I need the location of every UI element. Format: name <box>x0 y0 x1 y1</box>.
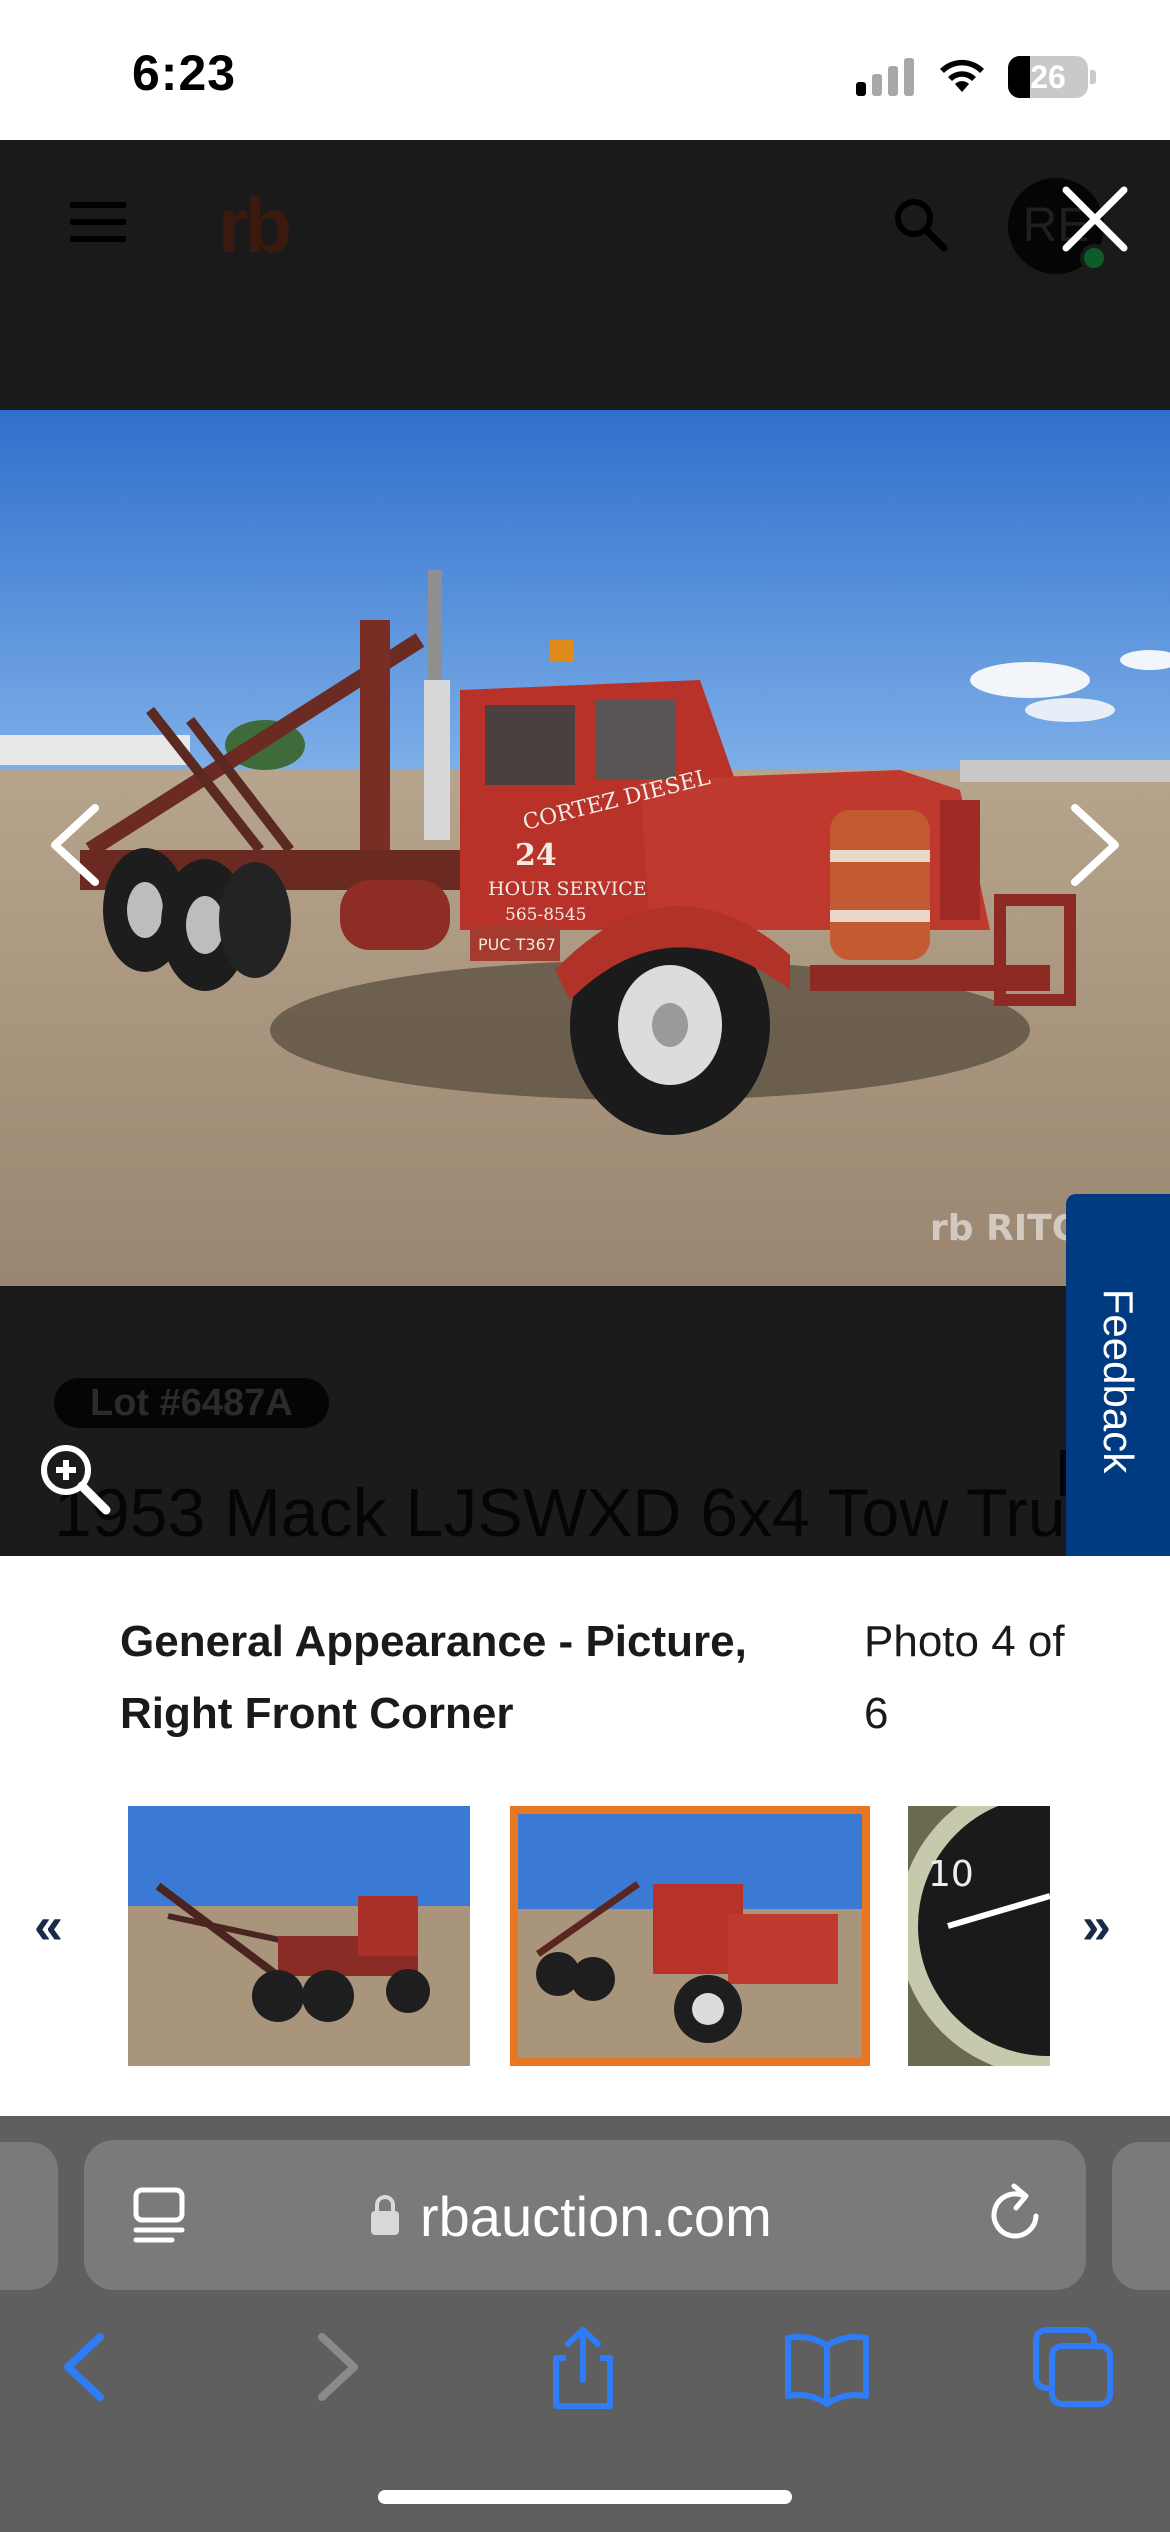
thumbnail-image <box>128 1806 470 2066</box>
page-menu-icon[interactable] <box>132 2186 190 2244</box>
tabs-icon[interactable] <box>1028 2322 1118 2412</box>
address-bar[interactable]: rbauction.com <box>84 2140 1086 2290</box>
next-tab-preview[interactable] <box>1112 2142 1170 2290</box>
next-photo-icon[interactable] <box>1060 800 1130 890</box>
site-logo: rb <box>218 181 292 269</box>
share-icon[interactable] <box>538 2322 628 2412</box>
listing-overlay-area: Lot #6487A 1953 Mack LJSWXD 6x4 Tow Truc… <box>0 1286 1170 1556</box>
status-time: 6:23 <box>132 45 237 101</box>
forward-icon[interactable] <box>292 2322 382 2412</box>
home-indicator <box>378 2490 792 2504</box>
thumbnail-gauge[interactable]: 10 <box>908 1806 1050 2066</box>
zoom-in-icon[interactable] <box>34 1438 114 1518</box>
cellular-signal-icon <box>856 58 914 96</box>
battery-level: 26 <box>1030 59 1066 95</box>
back-icon[interactable] <box>40 2322 130 2412</box>
lock-icon <box>371 2195 399 2235</box>
site-header: rb RE <box>0 140 1170 310</box>
feedback-label: Feedback <box>1095 1288 1142 1474</box>
search-icon <box>895 199 948 252</box>
reload-icon[interactable] <box>984 2182 1048 2246</box>
lot-badge: Lot #6487A <box>54 1378 329 1428</box>
thumbnail-right-front-corner[interactable] <box>510 1806 870 2066</box>
status-bar: 6:23 26 <box>0 0 1170 140</box>
truck-plate-text: PUC T367 <box>478 935 556 954</box>
thumbnail-image: 10 <box>908 1806 1050 2066</box>
tow-truck-photo: CORTEZ DIESEL 24 HOUR SERVICE 565-8545 P… <box>0 410 1170 1286</box>
previous-photo-icon[interactable] <box>40 800 110 890</box>
photo-caption-title: General Appearance - Picture, Right Fron… <box>120 1617 747 1738</box>
truck-door-text-3: HOUR SERVICE <box>488 878 647 900</box>
gauge-reading: 10 <box>928 1854 974 1895</box>
thumbnail-image <box>518 1814 862 2058</box>
menu-icon <box>70 202 126 242</box>
battery-icon: 26 <box>1008 56 1088 98</box>
thumbnail-left-side[interactable] <box>128 1806 470 2066</box>
previous-tab-preview[interactable] <box>0 2142 58 2290</box>
wifi-icon <box>940 59 984 92</box>
feedback-tab[interactable]: Feedback <box>1066 1194 1170 1568</box>
listing-title: 1953 Mack LJSWXD 6x4 Tow Truck <box>54 1475 1134 1551</box>
battery-cap <box>1090 70 1096 84</box>
photo-caption-panel: General Appearance - Picture, Right Fron… <box>0 1556 1170 2116</box>
thumbnails-next-button[interactable]: » <box>1082 1896 1111 1956</box>
site-subbar <box>0 310 1170 410</box>
thumbnails-prev-button[interactable]: « <box>34 1896 63 1956</box>
browser-bottom-bar: rbauction.com <box>0 2116 1170 2532</box>
truck-door-text-2: 24 <box>515 838 557 873</box>
close-icon[interactable] <box>1056 180 1134 258</box>
bookmarks-icon[interactable] <box>782 2322 872 2412</box>
photo-counter: Photo 4 of 6 <box>864 1617 1065 1738</box>
main-photo[interactable]: CORTEZ DIESEL 24 HOUR SERVICE 565-8545 P… <box>0 410 1170 1286</box>
url-text: rbauction.com <box>420 2185 772 2248</box>
truck-door-text-4: 565-8545 <box>505 905 586 925</box>
